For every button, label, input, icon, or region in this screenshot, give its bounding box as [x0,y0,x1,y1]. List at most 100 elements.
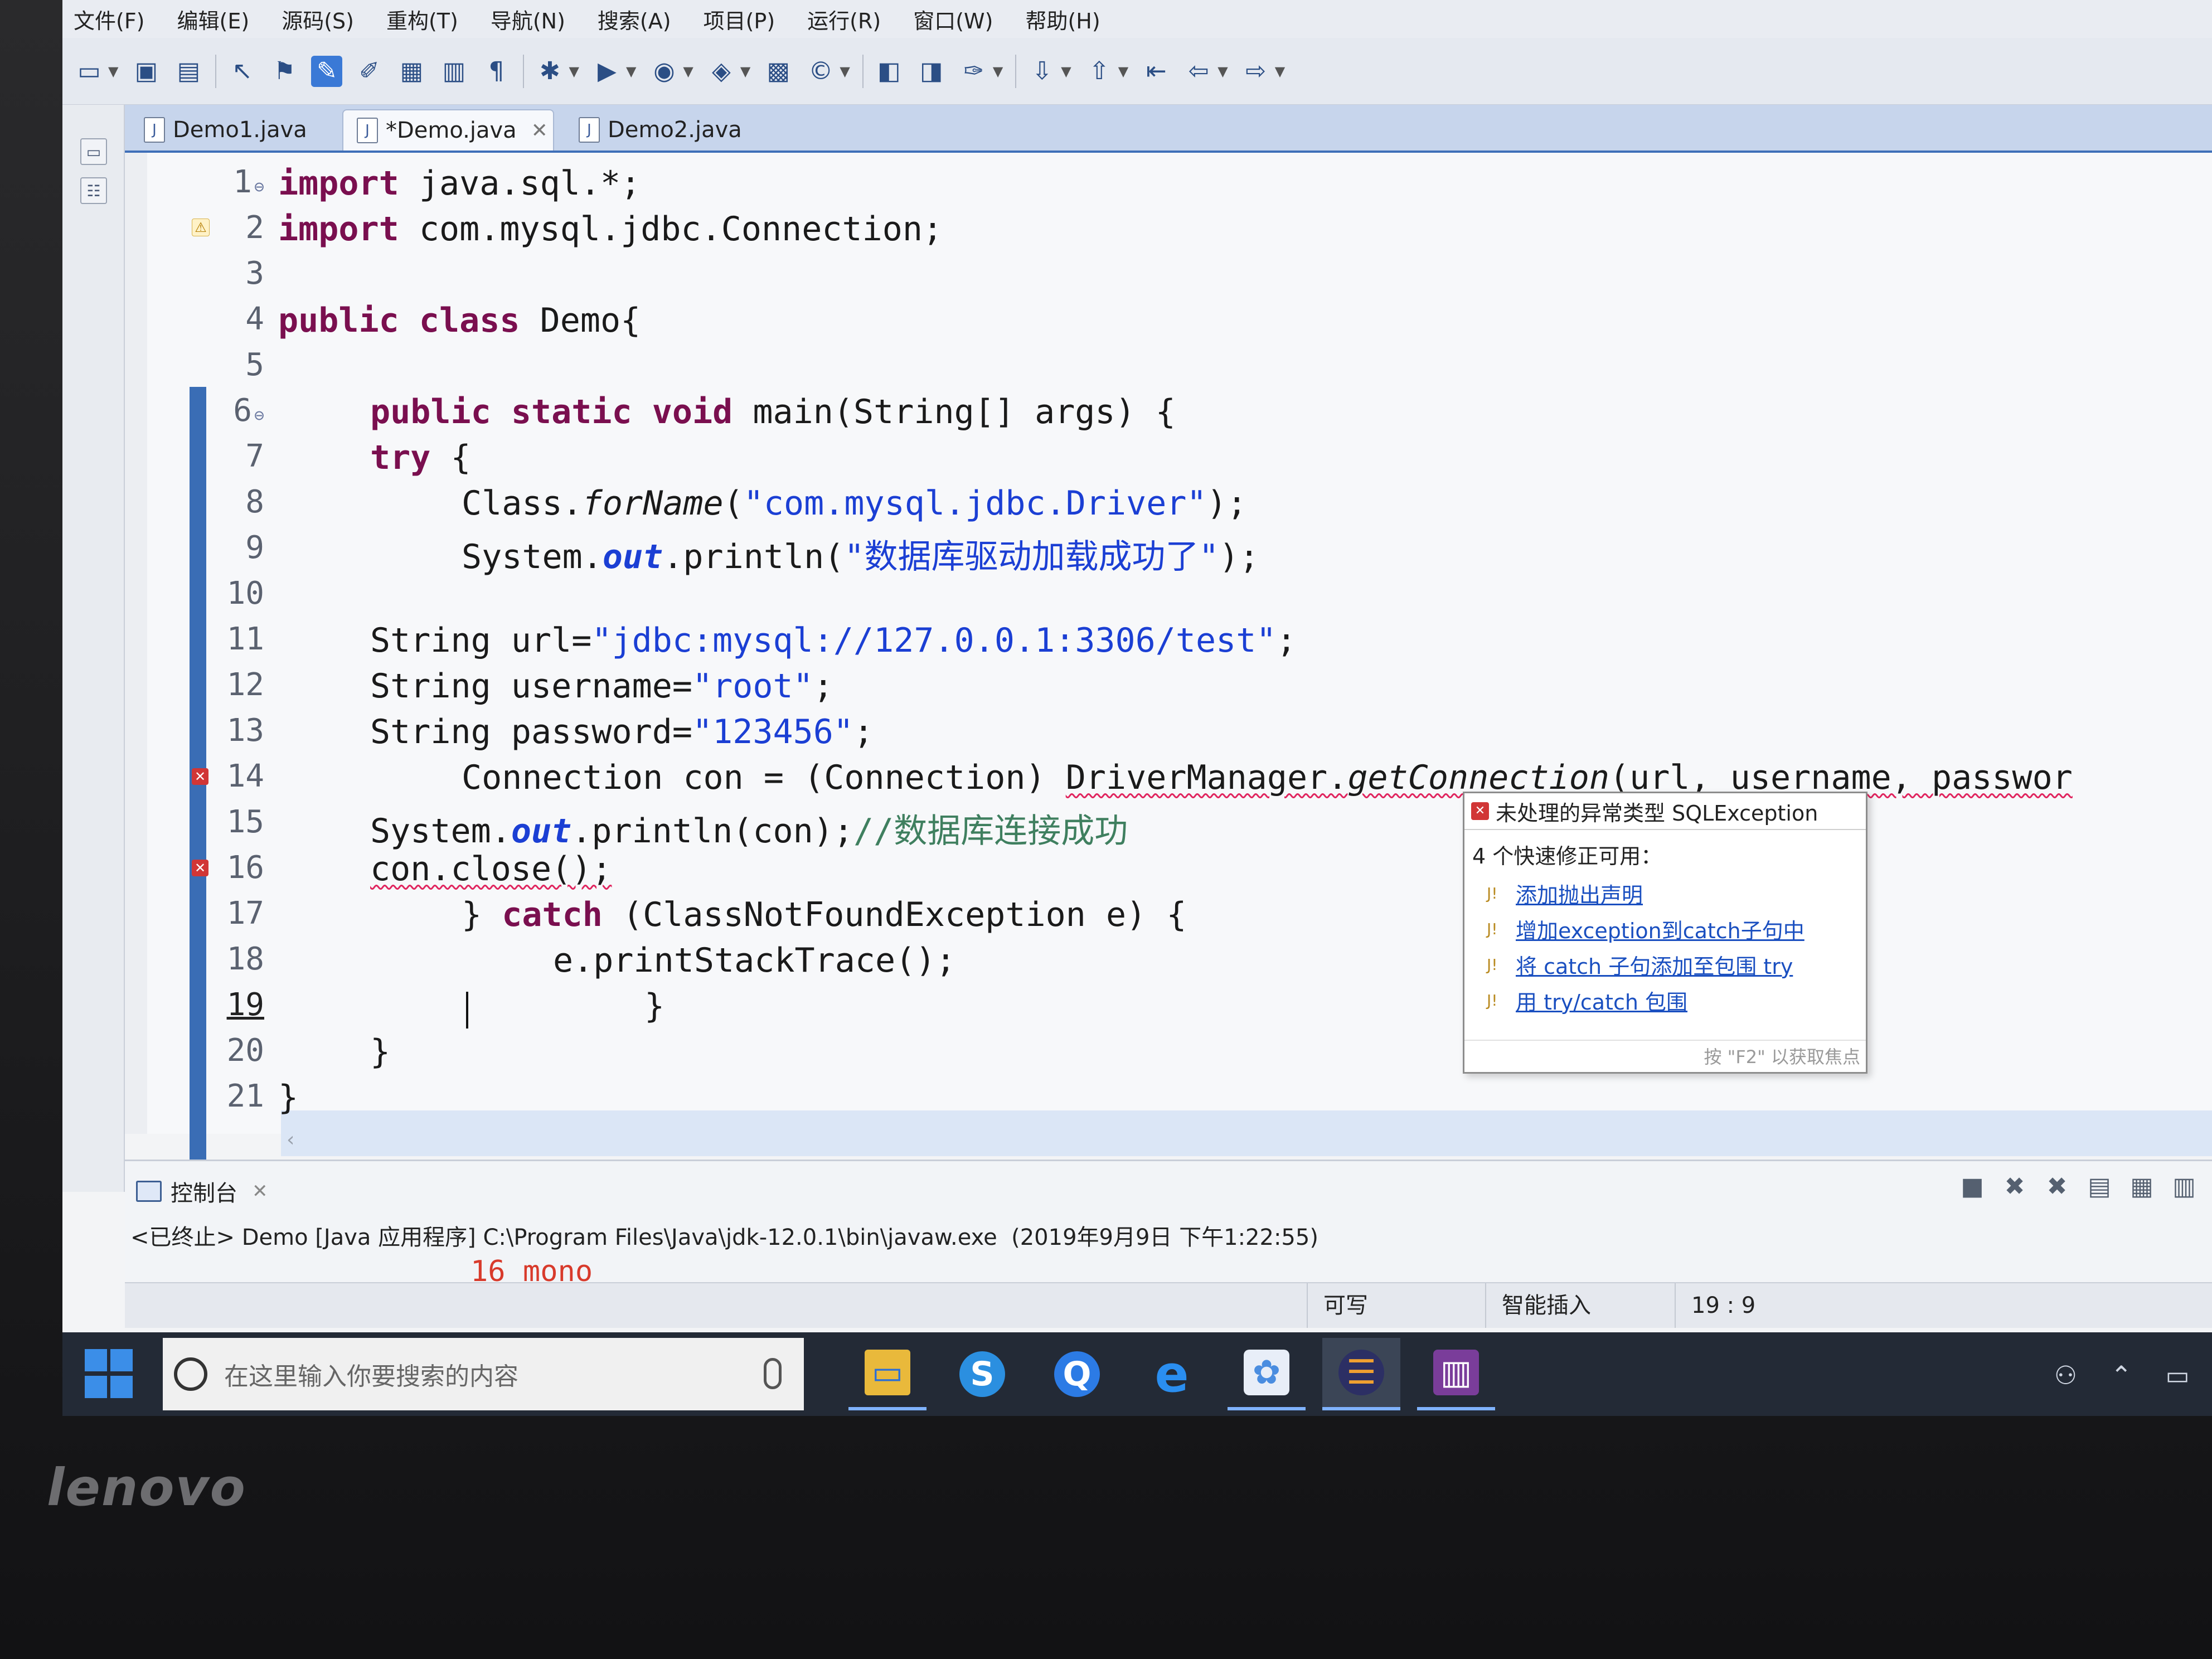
remove-all-icon[interactable]: ✖ [2043,1172,2072,1201]
external-tools-icon[interactable]: ◈ [706,56,737,87]
next-annotation-dropdown-icon[interactable]: ▼ [1061,64,1071,79]
battery-icon[interactable]: ▭ [2166,1360,2190,1390]
line-number: 14 [226,758,264,794]
search-dropdown-icon[interactable]: ▼ [993,64,1003,79]
scroll-left-icon[interactable]: ‹ [287,1128,294,1151]
quick-fix-link[interactable]: 用 try/catch 包围 [1516,985,1687,1016]
prev-annotation-dropdown-icon[interactable]: ▼ [1118,64,1128,79]
tab-demo1[interactable]: J Demo1.java [130,109,331,151]
menu-edit[interactable]: 编辑(E) [177,4,250,35]
remove-launch-icon[interactable]: ✖ [2000,1172,2029,1201]
menu-window[interactable]: 窗口(W) [913,4,993,35]
warning-icon[interactable]: ⚠ [192,219,210,236]
pointer-icon[interactable]: ↖ [226,56,258,87]
terminate-icon[interactable]: ■ [1958,1172,1987,1201]
fold-icon[interactable]: ⊖ [254,177,264,197]
quick-fix-popup[interactable]: ✕ 未处理的异常类型 SQLException 4 个快速修正可用： J! 添加… [1463,792,1867,1074]
tab-console[interactable]: 控制台 ✕ [136,1175,268,1208]
file-explorer-app[interactable]: ▭ [848,1338,926,1410]
code-line: System.out.println("数据库驱动加载成功了"); [462,537,1259,576]
new-icon[interactable]: ▭ [74,56,105,87]
photos-app[interactable]: ✿ [1228,1338,1306,1410]
external-tools-dropdown-icon[interactable]: ▼ [740,64,750,79]
coverage-dropdown-icon[interactable]: ▼ [683,64,693,79]
forward-dropdown-icon[interactable]: ▼ [1275,64,1285,79]
debug-icon[interactable]: ✱ [534,56,565,87]
save-icon[interactable]: ▣ [130,56,162,87]
coverage-icon[interactable]: ◉ [648,56,680,87]
start-button[interactable] [85,1349,140,1399]
pin-icon[interactable]: ⚑ [269,56,300,87]
quick-fix-item[interactable]: J! 用 try/catch 包围 [1464,982,1866,1018]
open-type-icon[interactable]: ◧ [874,56,905,87]
whitespace-icon[interactable]: ¶ [481,56,512,87]
new-package-icon[interactable]: ▩ [763,56,794,87]
quick-fix-link[interactable]: 增加exception到catch子句中 [1516,914,1804,944]
eclipse-app[interactable]: ☰ [1322,1338,1400,1410]
chevron-up-icon[interactable]: ⌃ [2111,1360,2132,1390]
menu-help[interactable]: 帮助(H) [1025,4,1100,35]
error-icon[interactable]: ✕ [192,768,208,785]
line-number: 8 [245,484,264,520]
menu-run[interactable]: 运行(R) [807,4,881,35]
people-icon[interactable]: ⚇ [2054,1360,2077,1390]
close-icon[interactable]: ✕ [252,1180,268,1202]
edge-app[interactable]: e [1133,1338,1211,1410]
error-underline[interactable]: con.close(); [370,850,612,889]
quick-fix-footer: 按 "F2" 以获取焦点 [1464,1040,1866,1072]
tab-demo2[interactable]: J Demo2.java [565,109,766,151]
run-dropdown-icon[interactable]: ▼ [626,64,636,79]
block-selection-icon[interactable]: ▥ [438,56,469,87]
menu-project[interactable]: 项目(P) [704,4,775,35]
menu-search[interactable]: 搜索(A) [598,4,671,35]
scroll-lock-icon[interactable]: ▦ [2127,1172,2156,1201]
restore-icon[interactable]: ▭ [80,138,107,165]
line-number: 5 [245,347,264,383]
quick-fix-link[interactable]: 将 catch 子句添加至包围 try [1516,949,1793,980]
back-dropdown-icon[interactable]: ▼ [1217,64,1228,79]
prev-annotation-icon[interactable]: ⇧ [1084,56,1115,87]
word-wrap-icon[interactable]: ▥ [2170,1172,2199,1201]
debug-dropdown-icon[interactable]: ▼ [569,64,579,79]
menu-navigate[interactable]: 导航(N) [491,4,565,35]
new-class-dropdown-icon[interactable]: ▼ [840,64,850,79]
menu-file[interactable]: 文件(F) [74,4,145,35]
error-icon[interactable]: ✕ [192,860,208,876]
left-trim-strip: ▭ ☷ [62,105,125,1192]
taskbar-search-box[interactable]: 在这里输入你要搜索的内容 [163,1338,804,1410]
open-task-icon[interactable]: ◨ [916,56,947,87]
forward-icon[interactable]: ⇨ [1240,56,1272,87]
fold-icon[interactable]: ⊖ [254,406,264,425]
package-explorer-icon[interactable]: ☷ [80,177,107,204]
close-icon[interactable]: ✕ [531,119,548,142]
next-annotation-icon[interactable]: ⇩ [1026,56,1058,87]
save-all-icon[interactable]: ▤ [173,56,204,87]
clear-console-icon[interactable]: ▤ [2085,1172,2114,1201]
new-class-icon[interactable]: © [805,56,836,87]
search-app[interactable]: Q [1038,1338,1116,1410]
line-number: 13 [226,712,264,749]
last-edit-icon[interactable]: ⇤ [1141,56,1172,87]
quick-fix-link[interactable]: 添加抛出声明 [1516,878,1643,909]
microphone-icon[interactable] [764,1358,782,1389]
quick-fix-item[interactable]: J! 添加抛出声明 [1464,875,1866,911]
cloud-icon: ✿ [1244,1350,1289,1395]
quick-diff-bar [190,387,206,1212]
skype-app[interactable]: S [943,1338,1021,1410]
toolbar-separator [215,54,217,88]
toggle-breadcrumb-icon[interactable]: ▦ [396,56,427,87]
quick-fix-item[interactable]: J! 将 catch 子句添加至包围 try [1464,947,1866,982]
run-icon[interactable]: ▶ [591,56,623,87]
highlight-icon[interactable]: ✐ [353,56,385,87]
archive-app[interactable]: ▥ [1417,1338,1495,1410]
menu-refactor[interactable]: 重构(T) [386,4,458,35]
search-tool-icon[interactable]: ✑ [958,56,989,87]
tab-demo[interactable]: J *Demo.java ✕ [342,109,554,151]
quick-fix-item[interactable]: J! 增加exception到catch子句中 [1464,911,1866,947]
menu-source[interactable]: 源码(S) [282,4,354,35]
mark-occurrences-icon[interactable]: ✎ [311,55,343,87]
code-editor[interactable]: 1 ⊖ 2 3 4 5 6 ⊖ 7 8 9 10 11 12 13 14 15 16… [125,153,2212,1212]
quick-fix-subtitle: 4 个快速修正可用： [1472,844,1662,869]
new-dropdown-icon[interactable]: ▼ [108,64,118,79]
back-icon[interactable]: ⇦ [1183,56,1214,87]
